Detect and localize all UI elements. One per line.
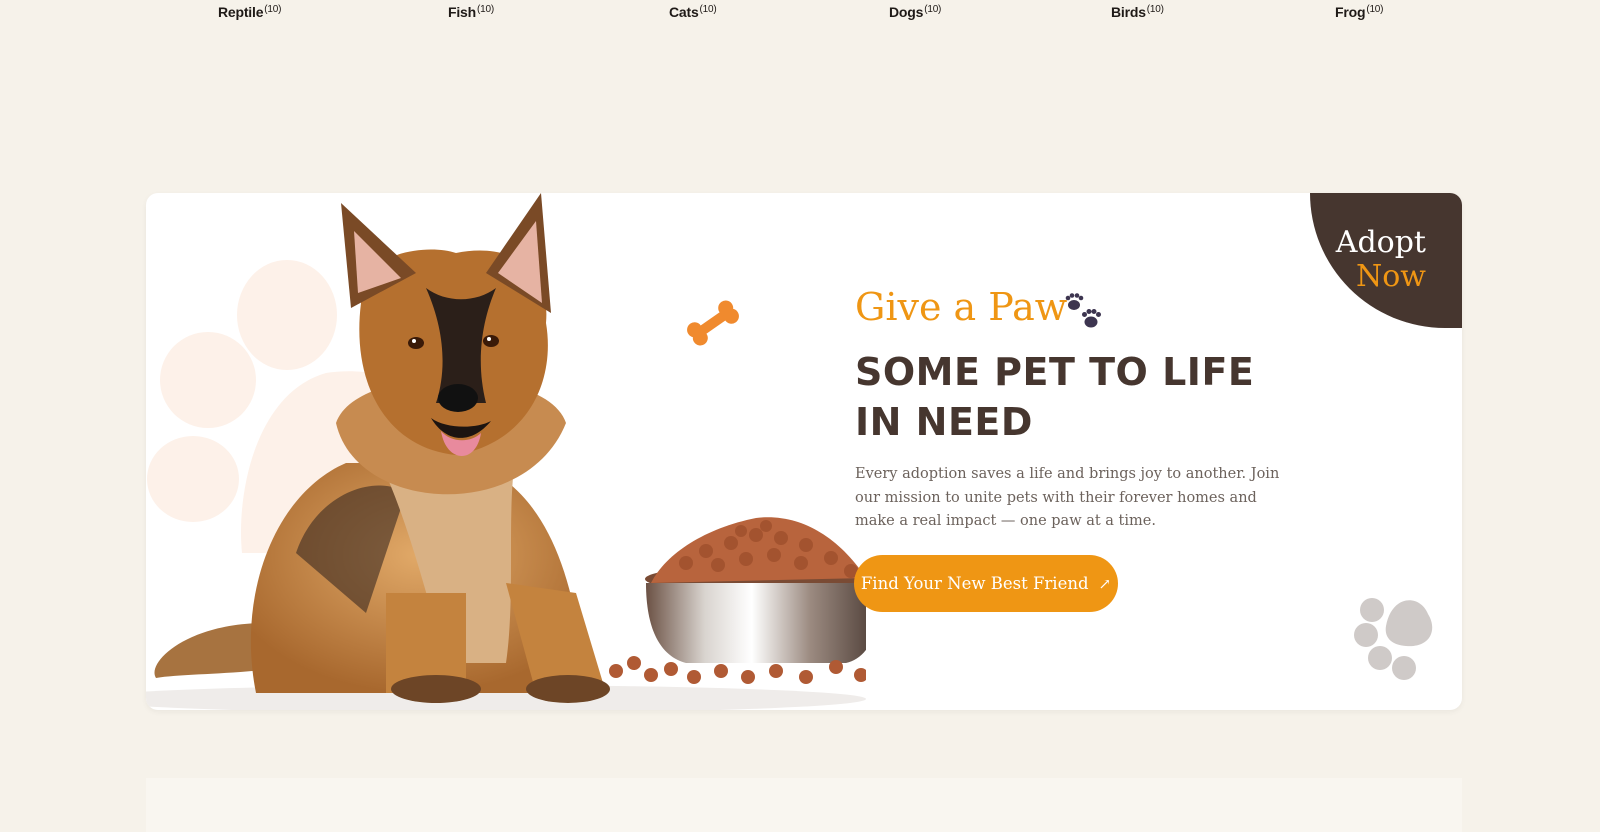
category-link-dogs[interactable]: Dogs(10) — [889, 4, 941, 20]
category-count: (10) — [1366, 4, 1384, 15]
adopt-banner: Give a Paw SOME PET TO LIFE IN NEED Ever… — [146, 193, 1462, 710]
category-label: Frog — [1335, 4, 1366, 20]
category-link-frog[interactable]: Frog(10) — [1335, 4, 1383, 20]
adopt-badge-line2: Now — [1356, 259, 1426, 294]
category-label: Cats — [669, 4, 699, 20]
category-label: Dogs — [889, 4, 924, 20]
category-bar: Reptile(10) Fish(10) Cats(10) Dogs(10) B… — [0, 0, 1600, 26]
category-link-cats[interactable]: Cats(10) — [669, 4, 717, 20]
category-label: Fish — [448, 4, 476, 20]
category-count: (10) — [264, 4, 282, 15]
category-count: (10) — [924, 4, 942, 15]
next-section-panel — [146, 778, 1462, 832]
category-link-fish[interactable]: Fish(10) — [448, 4, 494, 20]
category-count: (10) — [1146, 4, 1164, 15]
banner-headline: SOME PET TO LIFE IN NEED — [855, 350, 1255, 444]
paw-prints-icon — [1065, 293, 1101, 328]
cta-label: Find Your New Best Friend — [860, 574, 1089, 593]
category-label: Birds — [1111, 4, 1146, 20]
adopt-badge-line1: Adopt — [1335, 225, 1426, 260]
banner-eyebrow: Give a Paw — [855, 285, 1068, 329]
find-best-friend-button[interactable]: Find Your New Best Friend ↗ — [854, 555, 1118, 612]
category-link-reptile[interactable]: Reptile(10) — [218, 4, 281, 20]
bone-icon — [683, 297, 743, 349]
category-link-birds[interactable]: Birds(10) — [1111, 4, 1164, 20]
category-count: (10) — [476, 4, 494, 15]
arrow-up-right-icon: ↗ — [1098, 574, 1112, 593]
adopt-now-badge[interactable]: Adopt Now — [1310, 193, 1462, 328]
category-count: (10) — [699, 4, 717, 15]
category-label: Reptile — [218, 4, 264, 20]
paw-icon — [1352, 593, 1439, 682]
dog-with-food-bowl-image — [146, 193, 866, 710]
banner-description: Every adoption saves a life and brings j… — [855, 466, 1280, 529]
